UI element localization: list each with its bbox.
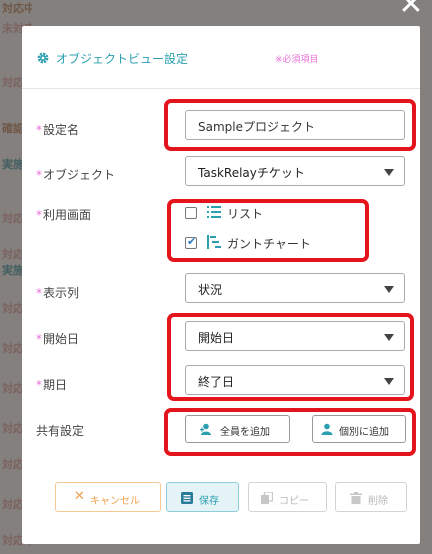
required-mark: * (36, 378, 42, 392)
add-user-icon (200, 423, 211, 435)
add-individual-label: 個別に追加 (339, 427, 389, 438)
setting-name-value: Sampleプロジェクト (198, 120, 315, 134)
dialog-header: オブジェクトビュー設定 ※必須項目 (22, 26, 420, 89)
required-mark: * (36, 168, 42, 182)
check-icon: ✔ (187, 235, 197, 248)
delete-label: 削除 (368, 496, 388, 507)
gantt-checkbox[interactable]: ✔ (185, 235, 197, 249)
due-date-select[interactable]: 終了日 (185, 365, 405, 395)
chevron-down-icon (384, 378, 394, 385)
save-icon (181, 492, 193, 504)
object-view-settings-dialog: オブジェクトビュー設定 ※必須項目 *設定名 Sampleプロジェクト *オブジ… (22, 26, 420, 544)
add-individual-button[interactable]: 個別に追加 (312, 415, 406, 443)
add-all-button[interactable]: 全員を追加 (185, 415, 290, 443)
sharing-label: 共有設定 (36, 424, 85, 438)
due-date-label: *期日 (36, 378, 68, 392)
highlight-usage-screen (167, 199, 369, 262)
required-mark: * (36, 286, 42, 300)
add-all-label: 全員を追加 (220, 427, 270, 438)
copy-label: コピー (279, 496, 309, 507)
object-select[interactable]: TaskRelayチケット (185, 156, 405, 186)
close-icon[interactable]: ✕ (398, 0, 424, 20)
required-mark: * (36, 123, 42, 137)
start-date-select[interactable]: 開始日 (185, 321, 405, 351)
trash-icon (350, 492, 362, 504)
object-select-value: TaskRelayチケット (198, 166, 305, 180)
usage-screen-label: *利用画面 (36, 208, 92, 222)
gantt-option-label: ガントチャート (227, 237, 311, 251)
start-date-value: 開始日 (198, 331, 235, 345)
chevron-down-icon (384, 169, 394, 176)
copy-button[interactable]: コピー (248, 482, 327, 512)
object-label: *オブジェクト (36, 168, 116, 182)
save-label: 保存 (199, 496, 219, 507)
setting-name-label: *設定名 (36, 123, 80, 137)
start-date-label: *開始日 (36, 332, 80, 346)
chevron-down-icon (384, 334, 394, 341)
due-date-value: 終了日 (198, 375, 235, 389)
close-icon: ✕ (74, 489, 85, 504)
list-icon (207, 206, 221, 218)
gear-icon (37, 52, 49, 64)
display-column-select[interactable]: 状況 (185, 273, 405, 303)
user-icon (321, 423, 333, 435)
cancel-button[interactable]: ✕ キャンセル (55, 482, 161, 512)
required-mark: * (36, 208, 42, 222)
save-button[interactable]: 保存 (166, 482, 239, 512)
display-column-value: 状況 (198, 283, 223, 297)
required-mark: * (36, 332, 42, 346)
delete-button[interactable]: 削除 (335, 482, 407, 512)
gantt-icon (207, 235, 221, 249)
cancel-label: キャンセル (90, 496, 140, 507)
required-note: ※必須項目 (275, 55, 319, 65)
list-option-label: リスト (227, 207, 264, 221)
copy-icon (261, 492, 273, 504)
list-checkbox[interactable] (185, 207, 197, 219)
dialog-title: オブジェクトビュー設定 (56, 52, 189, 66)
setting-name-input[interactable]: Sampleプロジェクト (185, 110, 405, 140)
chevron-down-icon (384, 286, 394, 293)
display-column-label: *表示列 (36, 286, 80, 300)
